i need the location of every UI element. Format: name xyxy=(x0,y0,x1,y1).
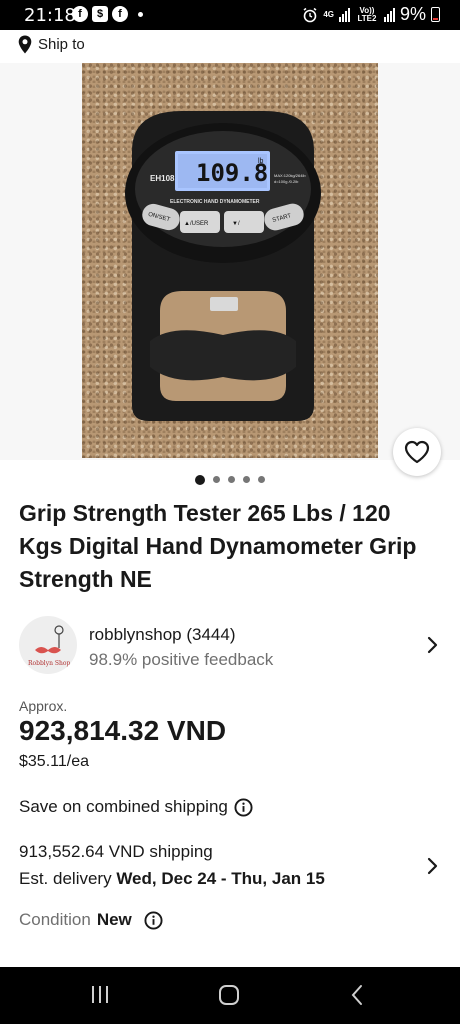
image-gallery[interactable]: EH108 109.8 lb MAX:120kg/264lb d=100g /0… xyxy=(0,63,460,460)
device-max-text: MAX:120kg/264lb xyxy=(274,173,306,178)
info-icon[interactable] xyxy=(144,910,163,930)
condition-label: Condition xyxy=(19,910,91,929)
back-button[interactable] xyxy=(350,984,364,1006)
pagination-dot[interactable] xyxy=(213,476,220,483)
battery-percent: 9% xyxy=(399,4,426,24)
combined-shipping[interactable]: Save on combined shipping xyxy=(19,797,253,817)
seller-feedback: 98.9% positive feedback xyxy=(89,650,274,669)
product-photo[interactable]: EH108 109.8 lb MAX:120kg/264lb d=100g /0… xyxy=(82,63,378,458)
pagination-dot[interactable] xyxy=(228,476,235,483)
ship-to-bar[interactable]: Ship to xyxy=(18,33,85,55)
condition-row: Condition New xyxy=(19,910,163,930)
facebook-icon: f xyxy=(72,6,88,22)
device-name-label: ELECTRONIC HAND DYNAMOMETER xyxy=(170,199,260,205)
condition-value: New xyxy=(96,910,132,929)
combined-shipping-label: Save on combined shipping xyxy=(19,797,228,816)
info-icon[interactable] xyxy=(234,797,253,817)
price-local: 923,814.32 VND xyxy=(19,715,227,746)
lcd-unit: lb xyxy=(258,158,264,165)
listing-title: Grip Strength Tester 265 Lbs / 120 Kgs D… xyxy=(19,500,417,592)
seller-name[interactable]: robblynshop (3444) xyxy=(89,625,235,645)
android-nav-bar xyxy=(0,967,460,1024)
facebook-icon: f xyxy=(112,6,128,22)
recent-apps-button[interactable] xyxy=(92,986,108,1003)
signal-icon-2 xyxy=(383,7,395,22)
gallery-pagination[interactable] xyxy=(0,475,460,485)
shipping-cost: 913,552.64 VND shipping xyxy=(19,842,213,861)
system-icons: 4G Vo)) LTE2 9% xyxy=(302,4,440,25)
seller-logo: Robblyn Shop xyxy=(28,625,70,667)
pagination-dot-active[interactable] xyxy=(195,475,205,485)
heart-icon xyxy=(404,440,430,464)
volte-label: Vo)) LTE2 xyxy=(357,5,377,23)
pagination-dot[interactable] xyxy=(243,476,250,483)
pagination-dot[interactable] xyxy=(258,476,265,483)
estimated-delivery: Est. delivery Wed, Dec 24 - Thu, Jan 15 xyxy=(19,869,325,889)
seller-logo-text: Robblyn Shop xyxy=(28,660,70,667)
device-down-button: ▼/ xyxy=(232,221,240,227)
price-approx-label: Approx. xyxy=(19,698,68,714)
dynamometer-image: EH108 109.8 lb MAX:120kg/264lb d=100g /0… xyxy=(125,111,321,421)
ship-to-label: Ship to xyxy=(38,35,85,53)
notification-icons: f $ f xyxy=(72,6,143,22)
location-pin-icon xyxy=(18,35,32,53)
alarm-icon xyxy=(303,7,317,22)
device-user-button: ▲/USER xyxy=(184,221,209,227)
delivery-label: Est. delivery xyxy=(19,869,117,888)
seller-avatar[interactable]: Robblyn Shop xyxy=(19,616,77,674)
battery-icon xyxy=(431,7,440,22)
device-div-text: d=100g /0.2lb xyxy=(274,179,299,184)
seller-card[interactable]: Robblyn Shop robblynshop (3444) 98.9% po… xyxy=(19,616,441,674)
more-notifications-dot xyxy=(138,11,143,17)
chevron-right-icon[interactable] xyxy=(426,636,440,654)
watchlist-button[interactable] xyxy=(393,428,441,476)
network-4g-label: 4G xyxy=(323,9,334,19)
chevron-right-icon[interactable] xyxy=(426,857,440,875)
device-model-label: EH108 xyxy=(150,174,175,183)
home-button[interactable] xyxy=(219,985,239,1005)
shop-icon: $ xyxy=(92,6,108,22)
delivery-dates: Wed, Dec 24 - Thu, Jan 15 xyxy=(116,869,325,888)
status-bar: 21:18 f $ f 4G Vo)) LTE2 9% xyxy=(0,0,460,30)
signal-icon xyxy=(338,7,350,22)
status-time: 21:18 xyxy=(24,5,76,26)
price-usd: $35.11/ea xyxy=(19,753,89,770)
